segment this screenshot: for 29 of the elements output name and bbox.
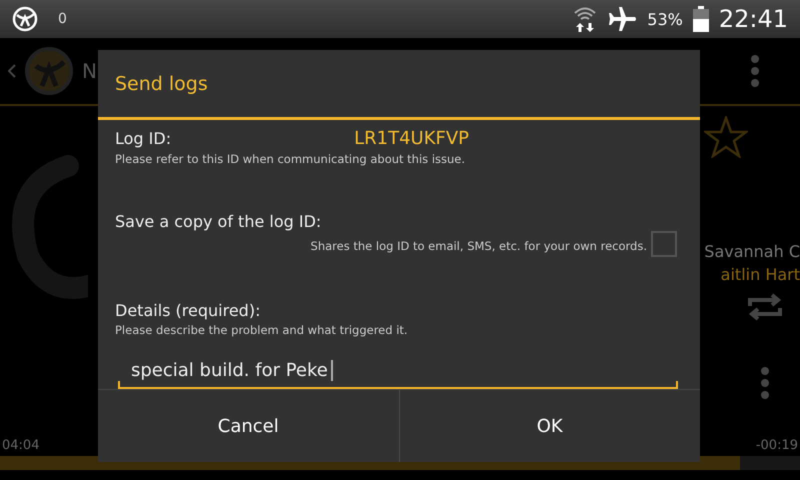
notification-count: 0	[58, 11, 67, 27]
repeat-icon[interactable]	[746, 292, 784, 322]
screen-title: N	[82, 59, 97, 83]
save-copy-checkbox[interactable]	[651, 231, 677, 257]
app-logo-icon	[12, 6, 38, 32]
details-label: Details (required):	[115, 301, 262, 320]
more-options-icon[interactable]	[750, 54, 760, 88]
ok-button[interactable]: OK	[398, 390, 700, 462]
dialog-title: Send logs	[98, 50, 700, 120]
remaining-time: -00:19	[756, 438, 798, 453]
star-icon[interactable]	[704, 116, 748, 158]
airplane-icon	[607, 6, 638, 32]
save-copy-hint: Shares the log ID to email, SMS, etc. for your own records.	[310, 238, 647, 252]
back-chevron-icon[interactable]	[8, 64, 16, 78]
save-copy-label: Save a copy of the log ID:	[115, 212, 322, 231]
artist-name: Savannah C	[704, 242, 800, 261]
elapsed-time: 04:04	[2, 438, 40, 453]
clock-time: 22:41	[718, 5, 788, 33]
battery-percent: 53%	[647, 10, 683, 28]
log-id-hint: Please refer to this ID when communicating about this issue.	[115, 152, 466, 166]
wifi-data-icon	[573, 5, 598, 33]
battery-icon	[692, 6, 709, 32]
more-options-icon[interactable]	[760, 366, 770, 400]
cancel-button[interactable]: Cancel	[98, 390, 398, 462]
log-id-value: LR1T4UKFVP	[354, 128, 470, 149]
app-logo-icon	[24, 46, 74, 96]
subtitle-name: aitlin Hart	[720, 265, 800, 284]
log-id-label: Log ID:	[115, 129, 172, 148]
details-hint: Please describe the problem and what triggered it.	[115, 323, 409, 337]
